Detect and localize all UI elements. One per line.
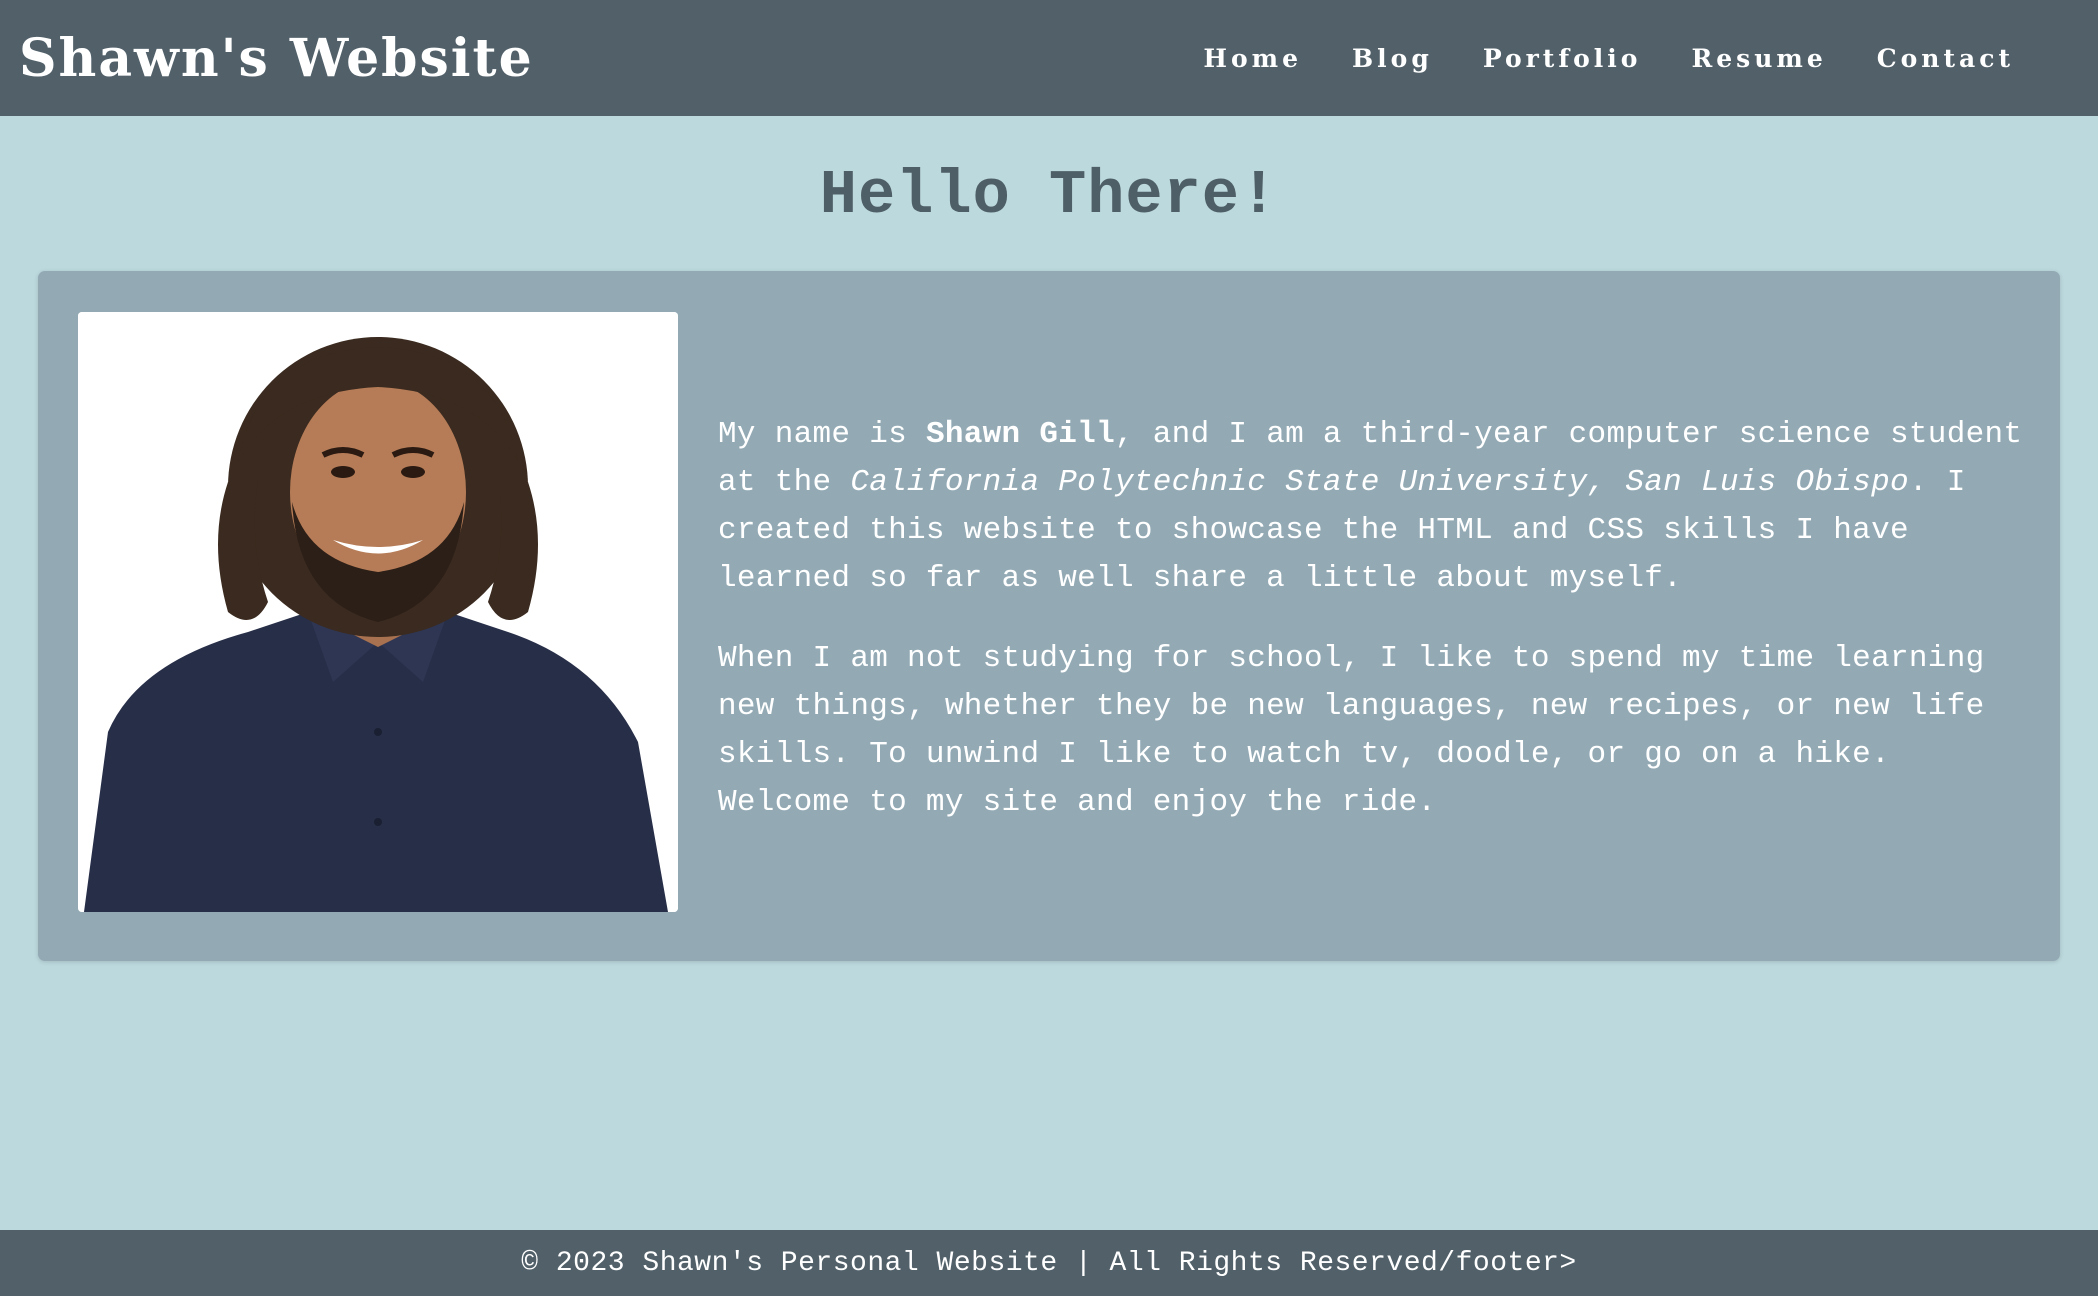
nav-link-contact[interactable]: Contact	[1877, 44, 2014, 73]
nav-link-home[interactable]: Home	[1203, 44, 1302, 73]
intro-text-start: My name is	[718, 417, 926, 452]
nav-link-portfolio[interactable]: Portfolio	[1483, 44, 1642, 73]
main-nav: Home Blog Portfolio Resume Contact	[1203, 44, 2014, 73]
nav-link-blog[interactable]: Blog	[1352, 44, 1433, 73]
university-name: California Polytechnic State University,…	[850, 465, 1909, 500]
author-name: Shawn Gill	[925, 417, 1115, 452]
person-portrait-icon	[78, 312, 678, 912]
profile-photo	[78, 312, 678, 912]
intro-paragraph: My name is Shawn Gill, and I am a third-…	[718, 411, 2038, 603]
site-title[interactable]: Shawn's Website	[19, 28, 534, 89]
page-title: Hello There!	[819, 160, 1279, 231]
site-header: Shawn's Website Home Blog Portfolio Resu…	[0, 0, 2098, 116]
hobbies-paragraph: When I am not studying for school, I lik…	[718, 641, 1985, 820]
nav-link-resume[interactable]: Resume	[1691, 44, 1826, 73]
intro-text: My name is Shawn Gill, and I am a third-…	[718, 411, 2038, 827]
about-card: My name is Shawn Gill, and I am a third-…	[38, 271, 2060, 961]
footer-copyright: © 2023 Shawn's Personal Website | All Ri…	[521, 1247, 1577, 1279]
site-footer: © 2023 Shawn's Personal Website | All Ri…	[0, 1230, 2098, 1296]
